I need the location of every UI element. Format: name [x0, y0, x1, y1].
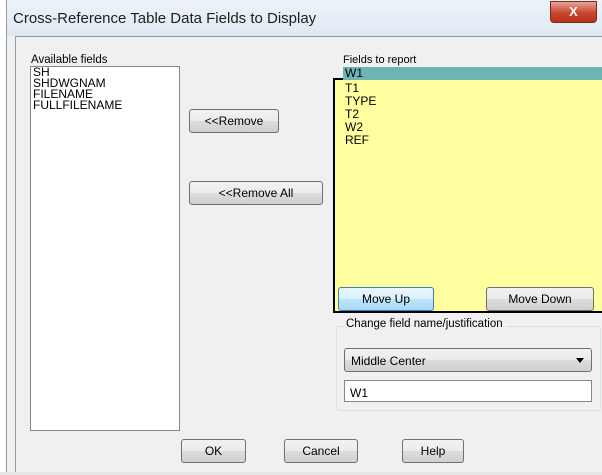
remove-button[interactable]: <<Remove: [189, 109, 279, 133]
cancel-button[interactable]: Cancel: [284, 439, 358, 463]
dialog-window: Cross-Reference Table Data Fields to Dis…: [6, 0, 602, 475]
field-name-input[interactable]: [344, 380, 592, 402]
list-item-selected[interactable]: W1: [343, 67, 602, 80]
remove-all-button[interactable]: <<Remove All: [189, 181, 323, 205]
list-item[interactable]: W2: [343, 121, 602, 134]
justification-value: Middle Center: [351, 354, 426, 368]
window-title: Cross-Reference Table Data Fields to Dis…: [13, 10, 317, 27]
list-item[interactable]: T2: [343, 108, 602, 121]
title-bar[interactable]: Cross-Reference Table Data Fields to Dis…: [7, 0, 602, 36]
move-down-button[interactable]: Move Down: [486, 287, 594, 311]
list-item[interactable]: FULLFILENAME: [31, 99, 179, 111]
help-button[interactable]: Help: [402, 439, 464, 463]
move-up-button[interactable]: Move Up: [338, 287, 434, 311]
ok-button[interactable]: OK: [181, 439, 246, 463]
chevron-down-icon: [576, 358, 584, 363]
fields-to-report-label: Fields to report: [343, 54, 417, 66]
change-field-group-label: Change field name/justification: [343, 318, 506, 330]
dialog-client-area: Available fields SH SHDWGNAM FILENAME FU…: [15, 36, 602, 475]
available-fields-list[interactable]: SH SHDWGNAM FILENAME FULLFILENAME: [30, 66, 180, 431]
close-icon: X: [569, 4, 578, 19]
list-item[interactable]: TYPE: [343, 95, 602, 108]
justification-select[interactable]: Middle Center: [344, 348, 592, 372]
list-item[interactable]: T1: [343, 82, 602, 95]
list-item[interactable]: REF: [343, 134, 602, 147]
close-button[interactable]: X: [550, 1, 597, 23]
